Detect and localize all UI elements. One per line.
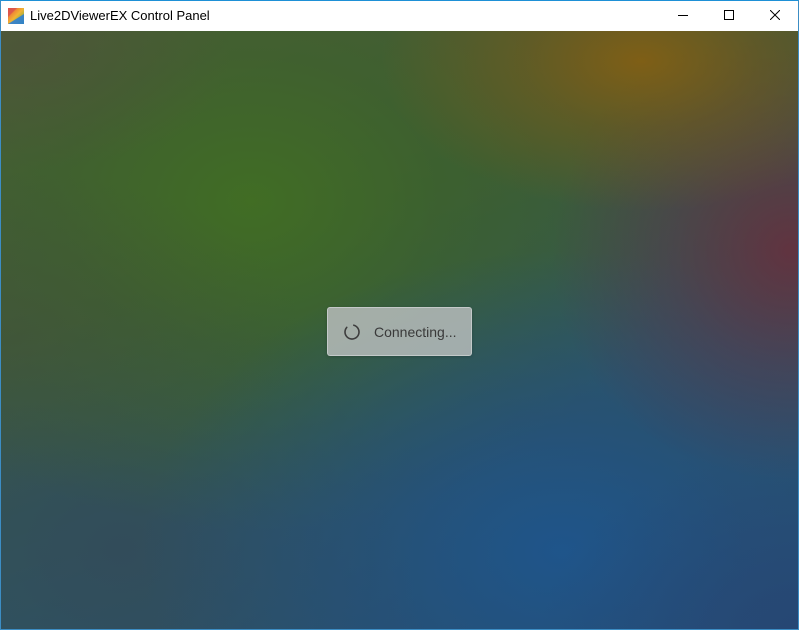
app-logo-icon: [8, 8, 24, 24]
close-button[interactable]: [752, 1, 798, 31]
minimize-button[interactable]: [660, 1, 706, 31]
maximize-button[interactable]: [706, 1, 752, 31]
minimize-icon: [678, 7, 688, 25]
window-title: Live2DViewerEX Control Panel: [30, 8, 210, 23]
main-content-area: Connecting...: [1, 31, 798, 629]
connecting-status-box: Connecting...: [327, 307, 472, 356]
app-window: Live2DViewerEX Control Panel Connecting.…: [0, 0, 799, 630]
title-bar[interactable]: Live2DViewerEX Control Panel: [1, 1, 798, 31]
spinner-icon: [343, 323, 361, 341]
maximize-icon: [724, 7, 734, 25]
connecting-status-text: Connecting...: [374, 324, 457, 340]
close-icon: [769, 7, 781, 25]
